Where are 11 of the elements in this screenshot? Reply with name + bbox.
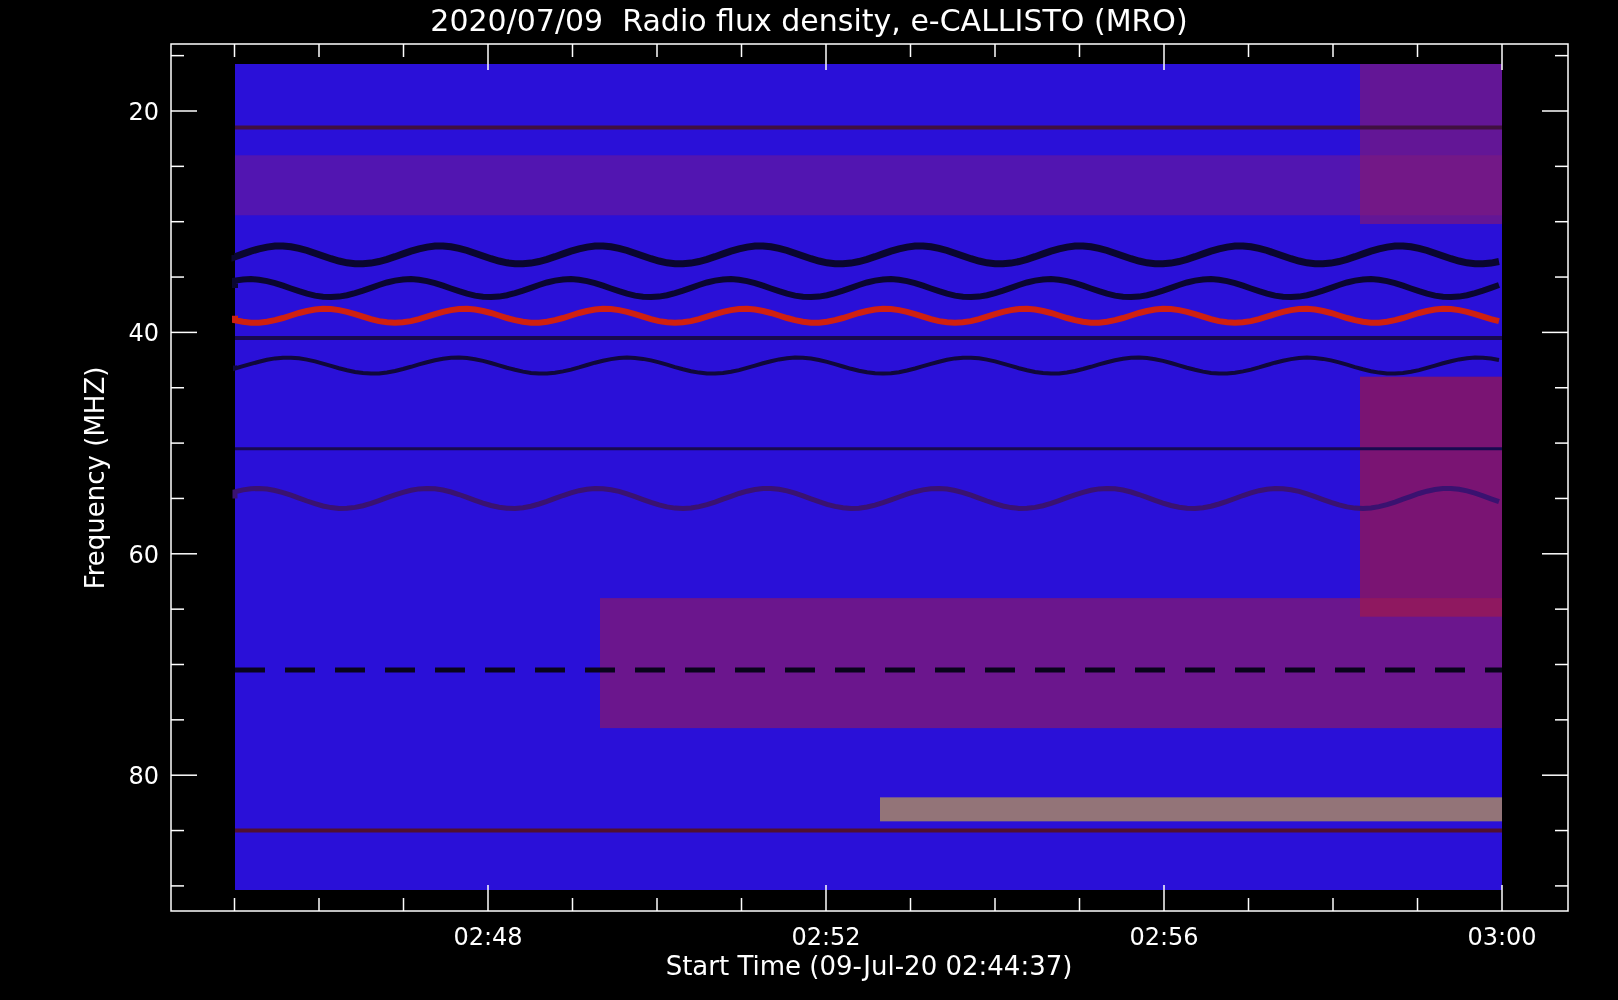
y-axis-label: Frequency (MHZ) [80,366,110,590]
y-tick-label: 60 [128,540,159,569]
x-axis-label: Start Time (09-Jul-20 02:44:37) [665,951,1073,981]
x-tick-label: 02:56 [1129,923,1199,951]
x-tick-label: 02:52 [791,923,861,951]
y-tick-label: 20 [128,98,159,126]
x-tick-label: 02:48 [453,923,523,951]
y-tick-label: 40 [128,319,159,348]
chart-title: 2020/07/09 Radio flux density, e-CALLISTO (MRO) [430,3,1188,38]
y-tick-label: 80 [128,762,159,791]
x-tick-label: 03:00 [1467,923,1537,951]
